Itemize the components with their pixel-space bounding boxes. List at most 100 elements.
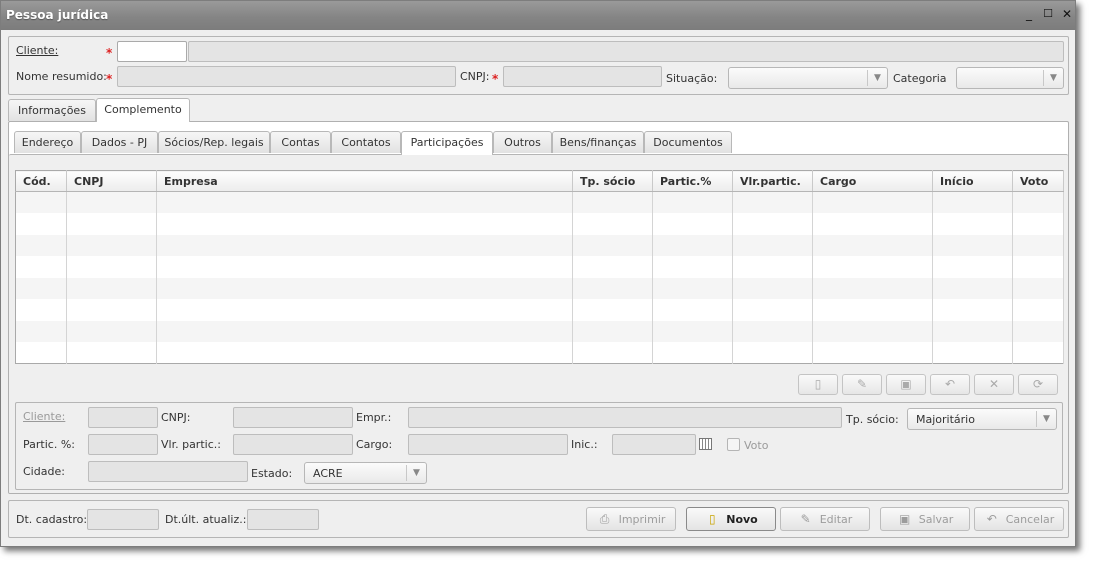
cliente-code-input[interactable]: [117, 41, 187, 62]
detail-cidade-input[interactable]: [88, 461, 248, 482]
grid-save-button[interactable]: ▣: [886, 374, 926, 395]
printer-icon: ⎙: [599, 512, 610, 526]
grid-edit-button[interactable]: ✎: [842, 374, 882, 395]
subtab-socios-label: Sócios/Rep. legais: [164, 136, 264, 149]
nome-resumido-input[interactable]: [117, 66, 456, 87]
subtab-endereco[interactable]: Endereço: [14, 131, 81, 153]
detail-estado-select[interactable]: ACRE ▼: [304, 462, 427, 484]
close-icon[interactable]: ✕: [1060, 7, 1074, 21]
cliente-name-field: [188, 41, 1064, 62]
cancelar-label: Cancelar: [1005, 513, 1055, 526]
col-header-vlr-partic[interactable]: Vlr.partic.: [732, 170, 813, 192]
dt-ult-atualiz-field: [247, 509, 319, 530]
subtab-dados-pj[interactable]: Dados - PJ: [81, 131, 158, 153]
situacao-select[interactable]: ▼: [728, 67, 888, 89]
cancelar-button[interactable]: ↶ Cancelar: [974, 507, 1064, 531]
detail-tp-socio-select[interactable]: Majoritário ▼: [907, 408, 1057, 430]
grid-refresh-button[interactable]: ⟳: [1018, 374, 1058, 395]
subtab-contatos-label: Contatos: [341, 136, 391, 149]
col-header-partic[interactable]: Partic.%: [652, 170, 733, 192]
nome-required-mark: *: [106, 72, 113, 86]
categoria-select[interactable]: ▼: [956, 67, 1064, 89]
novo-label: Novo: [726, 513, 758, 526]
minimize-icon[interactable]: _: [1022, 7, 1036, 21]
cnpj-input[interactable]: [503, 66, 662, 87]
salvar-button[interactable]: ▣ Salvar: [880, 507, 970, 531]
table-row[interactable]: [15, 191, 1064, 213]
situacao-label: Situação:: [666, 72, 718, 85]
window-title: Pessoa jurídica: [6, 8, 109, 22]
novo-button[interactable]: ▯ Novo: [686, 507, 776, 531]
table-row[interactable]: [15, 213, 1064, 235]
col-header-cargo[interactable]: Cargo: [812, 170, 933, 192]
subtab-socios[interactable]: Sócios/Rep. legais: [158, 131, 270, 153]
participacoes-panel: Cód. CNPJ Empresa Tp. sócio Partic.% Vlr…: [9, 154, 1068, 493]
col-header-inicio[interactable]: Início: [932, 170, 1013, 192]
col-header-voto[interactable]: Voto: [1012, 170, 1064, 192]
chevron-down-icon: ▼: [1043, 70, 1063, 86]
col-header-cnpj[interactable]: CNPJ: [66, 170, 157, 192]
detail-inic-input[interactable]: [612, 434, 696, 455]
detail-vlr-partic-label: Vlr. partic.:: [161, 438, 221, 451]
tab-complemento-label: Complemento: [104, 103, 182, 116]
tab-informacoes[interactable]: Informações: [8, 99, 96, 121]
detail-cargo-label: Cargo:: [356, 438, 393, 451]
detail-tp-socio-label: Tp. sócio:: [846, 413, 899, 426]
subtab-contatos[interactable]: Contatos: [331, 131, 401, 153]
detail-partic-label: Partic. %:: [23, 438, 75, 451]
nome-resumido-label: Nome resumido:: [16, 70, 107, 83]
table-row[interactable]: [15, 299, 1064, 321]
col-header-cod[interactable]: Cód.: [15, 170, 67, 192]
detail-tp-socio-value: Majoritário: [916, 413, 975, 426]
detail-voto-checkbox[interactable]: [727, 438, 740, 451]
table-row[interactable]: [15, 342, 1064, 364]
detail-empr-input[interactable]: [408, 407, 842, 428]
participacoes-grid[interactable]: Cód. CNPJ Empresa Tp. sócio Partic.% Vlr…: [15, 170, 1064, 364]
title-bar: Pessoa jurídica _ ☐ ✕: [1, 1, 1075, 30]
table-row[interactable]: [15, 256, 1064, 278]
editar-button[interactable]: ✎ Editar: [780, 507, 870, 531]
subtab-participacoes[interactable]: Participações: [401, 131, 493, 155]
detail-empr-label: Empr.:: [356, 411, 392, 424]
grid-undo-button[interactable]: ↶: [930, 374, 970, 395]
detail-cnpj-input[interactable]: [233, 407, 353, 428]
subtab-endereco-label: Endereço: [21, 136, 74, 149]
cnpj-label: CNPJ:: [460, 70, 490, 83]
save-disk-icon: ▣: [899, 512, 911, 526]
header-panel: Cliente: * Nome resumido: * CNPJ: * Situ…: [8, 36, 1069, 95]
table-row[interactable]: [15, 320, 1064, 342]
col-header-tp-socio[interactable]: Tp. sócio: [572, 170, 653, 192]
table-row[interactable]: [15, 277, 1064, 299]
detail-partic-input[interactable]: [88, 434, 158, 455]
maximize-icon[interactable]: ☐: [1041, 7, 1055, 21]
detail-cnpj-label: CNPJ:: [161, 411, 191, 424]
grid-new-button[interactable]: ▯: [798, 374, 838, 395]
detail-form: Cliente: CNPJ: Empr.: Tp. sócio: Majorit…: [15, 402, 1063, 490]
subtab-documentos[interactable]: Documentos: [644, 131, 732, 153]
subtab-bens-financas[interactable]: Bens/finanças: [552, 131, 644, 153]
subtab-documentos-label: Documentos: [653, 136, 723, 149]
subtab-contas-label: Contas: [281, 136, 320, 149]
subtab-participacoes-label: Participações: [410, 136, 484, 149]
save-disk-icon: ▣: [900, 377, 912, 391]
table-row[interactable]: [15, 234, 1064, 256]
imprimir-label: Imprimir: [618, 513, 666, 526]
tab-informacoes-label: Informações: [18, 104, 86, 117]
col-header-empresa[interactable]: Empresa: [156, 170, 573, 192]
imprimir-button[interactable]: ⎙ Imprimir: [586, 507, 676, 531]
subtab-bens-financas-label: Bens/finanças: [559, 136, 637, 149]
subtab-contas[interactable]: Contas: [270, 131, 331, 153]
edit-pencil-icon: ✎: [856, 377, 868, 391]
new-document-icon: ▯: [708, 512, 716, 526]
calendar-icon[interactable]: [699, 438, 712, 450]
dt-cadastro-label: Dt. cadastro:: [16, 513, 88, 526]
detail-vlr-partic-input[interactable]: [233, 434, 353, 455]
chevron-down-icon: ▼: [867, 70, 887, 86]
tab-complemento[interactable]: Complemento: [96, 98, 190, 122]
detail-cargo-input[interactable]: [408, 434, 568, 455]
salvar-label: Salvar: [918, 513, 954, 526]
delete-x-icon: ✕: [988, 377, 1000, 391]
grid-delete-button[interactable]: ✕: [974, 374, 1014, 395]
detail-cliente-input[interactable]: [88, 407, 158, 428]
subtab-outros[interactable]: Outros: [493, 131, 552, 153]
